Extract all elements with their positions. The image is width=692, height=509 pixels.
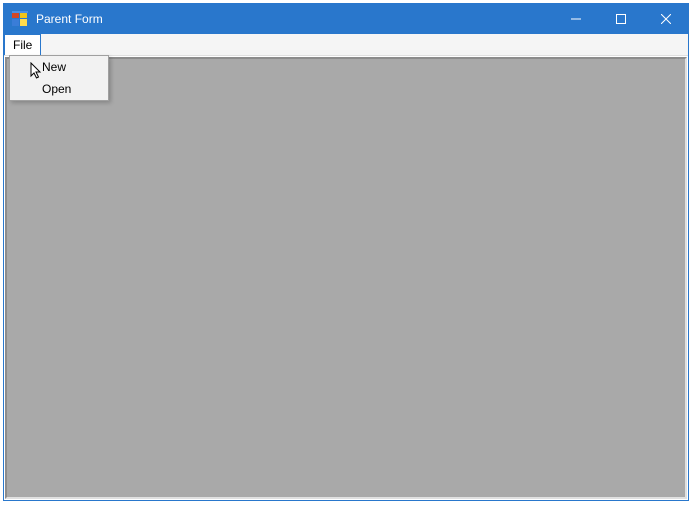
window-frame: Parent Form File New bbox=[3, 3, 689, 501]
window-controls bbox=[553, 4, 688, 34]
file-dropdown: New Open bbox=[9, 55, 109, 101]
titlebar[interactable]: Parent Form bbox=[4, 4, 688, 34]
menu-file[interactable]: File bbox=[4, 34, 41, 55]
app-icon bbox=[12, 11, 28, 27]
close-button[interactable] bbox=[643, 4, 688, 34]
minimize-icon bbox=[571, 14, 581, 24]
menu-item-open[interactable]: Open bbox=[10, 78, 108, 100]
window-title: Parent Form bbox=[36, 12, 553, 26]
minimize-button[interactable] bbox=[553, 4, 598, 34]
menu-item-new[interactable]: New bbox=[10, 56, 108, 78]
menubar: File New Open bbox=[4, 34, 688, 56]
close-icon bbox=[661, 14, 671, 24]
maximize-icon bbox=[616, 14, 626, 24]
maximize-button[interactable] bbox=[598, 4, 643, 34]
mdi-client-area[interactable] bbox=[5, 57, 687, 499]
